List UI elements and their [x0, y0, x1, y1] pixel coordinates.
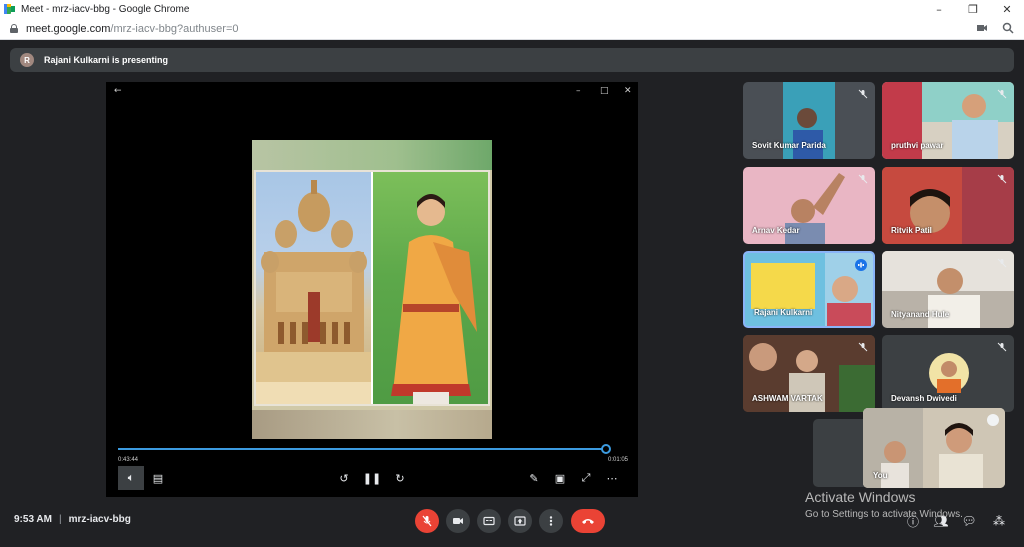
camera-toggle-button[interactable]: [446, 509, 470, 533]
meeting-info: 9:53 AM | mrz-iacv-bbg: [14, 514, 131, 525]
rewind-10-icon[interactable]: ↺: [334, 468, 354, 488]
restore-icon[interactable]: ❐: [956, 0, 990, 18]
activities-icon[interactable]: ⁂: [991, 513, 1007, 529]
vertical-dots-icon: [549, 516, 553, 526]
participant-tile[interactable]: pruthvi pawar: [882, 82, 1014, 159]
volume-icon[interactable]: 🔈︎: [118, 466, 144, 490]
participant-tile[interactable]: Ritvik Patil: [882, 167, 1014, 244]
participant-tile[interactable]: Sovit Kumar Parida: [743, 82, 875, 159]
participant-tile[interactable]: ASHWAM VARTAK: [743, 335, 875, 412]
participant-name: ASHWAM VARTAK: [752, 394, 823, 403]
self-view[interactable]: You: [863, 408, 1005, 488]
lock-icon[interactable]: [10, 24, 18, 33]
zoom-search-icon[interactable]: [1002, 22, 1014, 34]
elapsed-time: 0:43:44: [118, 457, 139, 463]
mic-toggle-button[interactable]: [415, 509, 439, 533]
player-close-icon[interactable]: ✕: [624, 86, 632, 96]
meeting-code: mrz-iacv-bbg: [68, 514, 131, 525]
muted-mic-icon: [857, 341, 869, 353]
camera-icon: [453, 518, 463, 524]
pause-icon[interactable]: ❚❚: [362, 468, 382, 488]
participant-name: pruthvi pawar: [891, 141, 944, 150]
hidden-tile: [813, 419, 865, 487]
player-minimize-icon[interactable]: –: [576, 86, 581, 96]
activate-windows-watermark: Activate Windows Go to Settings to activ…: [805, 489, 963, 520]
presented-slide: [252, 140, 492, 439]
present-screen-icon: [514, 516, 526, 526]
player-maximize-icon[interactable]: □: [600, 86, 609, 96]
participant-tile[interactable]: Devansh Dwivedi: [882, 335, 1014, 412]
leave-call-button[interactable]: [571, 509, 605, 533]
participant-name: Sovit Kumar Parida: [752, 141, 826, 150]
captions-button[interactable]: [477, 509, 501, 533]
meet-logo-icon: [4, 4, 15, 14]
participant-tile[interactable]: Nityanand Hule: [882, 251, 1014, 328]
participant-name: Nityanand Hule: [891, 310, 950, 319]
pen-icon[interactable]: ✎: [524, 468, 544, 488]
presenter-avatar: R: [20, 53, 34, 67]
participant-tile[interactable]: Arnav Kedar: [743, 167, 875, 244]
child-costume-photo: [373, 172, 488, 404]
back-arrow-icon[interactable]: ←: [114, 86, 122, 96]
presenting-banner: R Rajani Kulkarni is presenting: [10, 48, 1014, 72]
muted-mic-icon: [857, 173, 869, 185]
watermark-title: Activate Windows: [805, 489, 916, 505]
duration-time: 0:01:05: [608, 457, 629, 463]
self-view-label: You: [873, 471, 888, 480]
minimize-icon[interactable]: –: [922, 0, 956, 18]
participant-name: Ritvik Patil: [891, 226, 932, 235]
muted-mic-icon: [996, 341, 1008, 353]
close-icon[interactable]: ✕: [990, 0, 1024, 18]
playback-progress-bar[interactable]: [118, 444, 612, 454]
browser-title-bar: Meet - mrz-iacv-bbg - Google Chrome – ❐ …: [0, 0, 1024, 18]
muted-mic-icon: [996, 88, 1008, 100]
presentation-area: ← – □ ✕ 0:43:44 0:01:05 🔈︎ ▤ ↺ ❚❚ ↻ ✎ ▣ …: [106, 82, 638, 497]
more-options-button[interactable]: [539, 509, 563, 533]
muted-mic-icon: [996, 173, 1008, 185]
window-title: Meet - mrz-iacv-bbg - Google Chrome: [21, 3, 190, 15]
closed-captions-icon: [483, 516, 495, 526]
camera-blocked-icon[interactable]: [976, 22, 988, 34]
fullscreen-icon[interactable]: ⤢: [576, 468, 596, 488]
participant-name: Rajani Kulkarni: [754, 308, 813, 317]
muted-mic-icon: [857, 88, 869, 100]
player-controls: 🔈︎ ▤ ↺ ❚❚ ↻ ✎ ▣ ⤢ ⋯: [106, 466, 638, 490]
progress-scrubber[interactable]: [601, 444, 612, 454]
captions-icon[interactable]: ▤: [148, 468, 168, 488]
hang-up-icon: [582, 519, 594, 524]
picture-in-picture-icon[interactable]: ▣: [550, 468, 570, 488]
forward-30-icon[interactable]: ↻: [390, 468, 410, 488]
participant-name: Arnav Kedar: [752, 226, 800, 235]
presenting-text: Rajani Kulkarni is presenting: [44, 55, 169, 65]
mic-off-icon: [422, 515, 432, 527]
participant-tile[interactable]: Rajani Kulkarni: [743, 251, 875, 328]
watermark-subtitle: Go to Settings to activate Windows.: [805, 509, 963, 520]
present-now-button[interactable]: [508, 509, 532, 533]
url-path[interactable]: /mrz-iacv-bbg?authuser=0: [110, 23, 238, 35]
muted-mic-icon: [996, 257, 1008, 269]
chat-icon[interactable]: 💬︎: [961, 513, 977, 529]
current-time: 9:53 AM: [14, 514, 52, 525]
temple-photo: [256, 172, 371, 404]
meeting-separator: |: [58, 514, 62, 525]
participant-name: Devansh Dwivedi: [891, 394, 957, 403]
more-options-icon[interactable]: ⋯: [602, 468, 622, 488]
address-bar[interactable]: meet.google.com /mrz-iacv-bbg?authuser=0: [0, 18, 1024, 40]
speaking-indicator-icon: [855, 259, 867, 271]
url-host[interactable]: meet.google.com: [26, 23, 110, 35]
